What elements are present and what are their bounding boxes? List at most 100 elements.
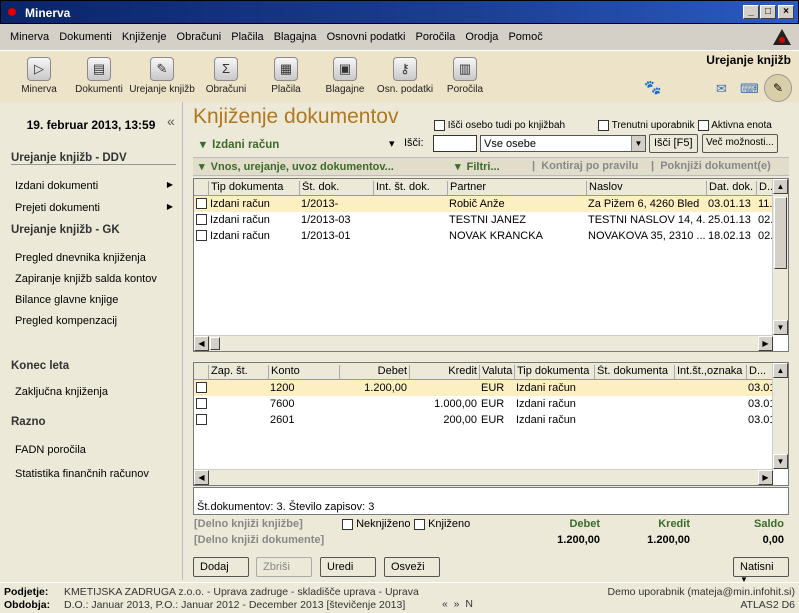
column-header[interactable]: Partner [447,181,586,195]
checkbox[interactable] [434,120,445,131]
column-header[interactable]: Tip dokumenta [208,181,299,195]
column-header[interactable]: Kredit [409,365,479,379]
delete-button[interactable]: Zbriši [256,557,312,577]
scroll-thumb[interactable] [774,197,787,269]
minimize-button[interactable]: _ [743,5,759,19]
toolbar-porocila[interactable]: ▥ Poročila [432,55,498,95]
row-checkbox[interactable] [196,414,207,425]
toolbar-blagajne[interactable]: ▣ Blagajne [312,55,378,95]
person-select[interactable]: Vse osebe ▼ [480,135,646,152]
unposted-checkbox[interactable]: Neknjiženo [342,518,410,530]
maximize-button[interactable]: □ [760,5,776,19]
sidebar-item-pregled-dnevnika[interactable]: Pregled dnevnika knjiženja [15,252,146,264]
vertical-scrollbar[interactable]: ▲ ▼ [772,363,788,469]
row-checkbox[interactable] [196,398,207,409]
vertical-scrollbar[interactable]: ▲ ▼ [772,179,788,335]
column-header[interactable]: Konto [268,365,339,379]
close-button[interactable]: × [778,5,794,19]
add-button[interactable]: Dodaj [193,557,249,577]
mail-icon[interactable]: ✉ [716,81,727,97]
sidebar-item-kompenzacije[interactable]: Pregled kompenzacij [15,315,117,327]
table-row[interactable]: Izdani račun 1/2013-01 NOVAK KRANCKA NOV… [194,228,773,244]
print-button[interactable]: Natisni ▼ [733,557,789,584]
column-header[interactable]: D... [746,365,773,379]
search-button[interactable]: Išči [F5] [649,134,698,153]
scroll-thumb[interactable] [210,337,220,350]
menu-placila[interactable]: Plačila [227,24,266,43]
row-checkbox[interactable] [196,198,207,209]
table-row[interactable]: 7600 1.000,00 EUR Izdani račun 03.01 [194,396,773,412]
column-header[interactable]: Valuta [479,365,514,379]
more-options-button[interactable]: Več možnosti... [702,134,778,153]
current-user-checkbox[interactable]: Trenutni uporabnik [598,120,695,131]
sidebar-item-fadn[interactable]: FADN poročila [15,444,86,456]
row-checkbox[interactable] [196,382,207,393]
collapse-sidebar-icon[interactable]: « [167,113,175,129]
menu-pomoc[interactable]: Pomoč [504,24,545,43]
column-header[interactable]: Tip dokumenta [514,365,594,379]
active-unit-checkbox[interactable]: Aktivna enota [698,120,772,131]
search-all-checkbox[interactable]: Išči osebo tudi po knjižbah [434,120,565,131]
menu-blagajna[interactable]: Blagajna [270,24,320,43]
scroll-right-icon[interactable]: ▶ [758,470,773,485]
toolbar-osn-podatki[interactable]: ⚷ Osn. podatki [372,55,438,95]
checkbox[interactable] [414,518,425,530]
menu-orodja[interactable]: Orodja [461,24,501,43]
entries-table[interactable]: Zap. št. Konto Debet Kredit Valuta Tip d… [193,362,789,486]
filters-menu[interactable]: ▾ Filtri... [455,160,500,173]
partial-entries-link[interactable]: [Delno knjiži knjižbe] [194,518,303,530]
scroll-down-icon[interactable]: ▼ [773,454,788,469]
sidebar-item-prejeti-dokumenti[interactable]: Prejeti dokumenti ▶ [15,202,173,214]
sidebar-item-zapiranje[interactable]: Zapiranje knjižb salda kontov [15,273,157,285]
edit-button[interactable]: Uredi [320,557,376,577]
sidebar-item-statistika[interactable]: Statistika finančnih računov [15,468,149,480]
checkbox[interactable] [698,120,709,131]
table-row[interactable]: 2601 200,00 EUR Izdani račun 03.01 [194,412,773,428]
posted-checkbox[interactable]: Knjiženo [414,518,470,530]
scroll-left-icon[interactable]: ◀ [194,336,209,351]
scroll-left-icon[interactable]: ◀ [194,470,209,485]
dropdown-arrow-icon[interactable]: ▾ [389,137,395,150]
documents-table[interactable]: Tip dokumenta Št. dok. Int. št. dok. Par… [193,178,789,352]
column-header[interactable]: Št. dokumenta [594,365,674,379]
menu-minerva[interactable]: Minerva [6,24,52,43]
column-header[interactable]: Int.št.,oznaka [674,365,746,379]
partial-docs-link[interactable]: [Delno knjiži dokumente] [194,534,324,546]
menu-dokumenti[interactable]: Dokumenti [55,24,115,43]
scroll-down-icon[interactable]: ▼ [773,320,788,335]
column-header[interactable]: Int. št. dok. [373,181,447,195]
menu-osnovni-podatki[interactable]: Osnovni podatki [323,24,409,43]
checkbox[interactable] [342,518,353,530]
post-button[interactable]: | Poknjiži dokument(e) [651,160,771,172]
row-checkbox[interactable] [196,214,207,225]
toolbar-obracuni[interactable]: Σ Obračuni [193,55,259,95]
scroll-up-icon[interactable]: ▲ [773,363,788,378]
contra-button[interactable]: | Kontiraj po pravilu [532,160,638,172]
table-row[interactable]: 1200 1.200,00 EUR Izdani račun 03.01 [194,380,773,396]
doc-type-selector[interactable]: ▾ Izdani račun [200,137,279,151]
entry-menu[interactable]: ▾ Vnos, urejanje, uvoz dokumentov... [199,160,394,173]
paw-icon[interactable]: 🐾 [644,79,661,96]
table-row[interactable]: Izdani račun 1/2013- Robič Anže Za Pižem… [194,196,773,212]
toolbar-placila[interactable]: ▦ Plačila [253,55,319,95]
column-header[interactable]: Št. dok. [299,181,373,195]
toolbar-dokumenti[interactable]: ▤ Dokumenti [66,55,132,95]
toolbar-minerva[interactable]: ▷ Minerva [6,55,72,95]
table-row[interactable]: Izdani račun 1/2013-03 TESTNI JANEZ TEST… [194,212,773,228]
column-header[interactable]: Debet [339,365,409,379]
column-header[interactable]: Naslov [586,181,706,195]
menu-knjizenje[interactable]: Knjiženje [118,24,170,43]
sidebar-item-zakljucna[interactable]: Zaključna knjiženja [15,386,108,398]
column-header[interactable]: D... [756,181,773,195]
horizontal-scrollbar[interactable]: ◀ ▶ [194,335,773,351]
horizontal-scrollbar[interactable]: ◀ ▶ [194,469,773,485]
sidebar-item-izdani-dokumenti[interactable]: Izdani dokumenti ▶ [15,180,173,192]
checkbox[interactable] [598,120,609,131]
search-input[interactable] [433,135,477,152]
row-checkbox[interactable] [196,230,207,241]
menu-obracuni[interactable]: Obračuni [173,24,225,43]
column-header[interactable]: Zap. št. [208,365,268,379]
keyboard-icon[interactable]: ⌨ [740,81,759,97]
column-header[interactable]: Dat. dok. [706,181,756,195]
scroll-up-icon[interactable]: ▲ [773,179,788,194]
